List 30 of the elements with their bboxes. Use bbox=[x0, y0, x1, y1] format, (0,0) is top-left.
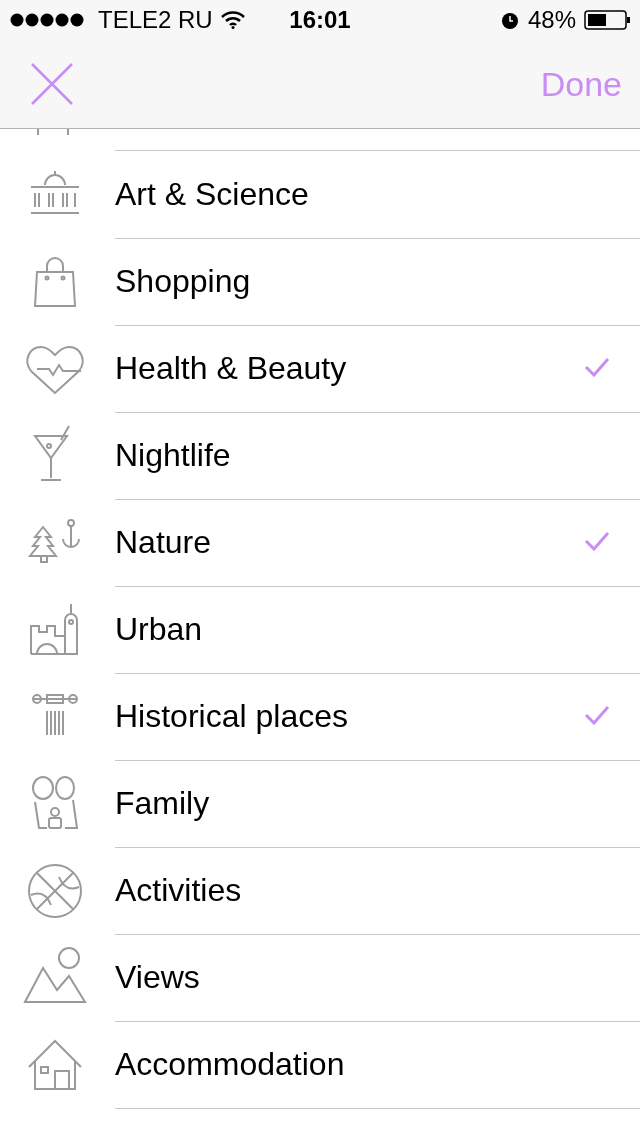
alarm-icon bbox=[499, 10, 520, 30]
category-row[interactable]: Health & Beauty bbox=[0, 325, 640, 412]
category-row[interactable]: Art & Science bbox=[0, 151, 640, 238]
carrier-name: TELE2 RU bbox=[98, 6, 213, 34]
category-label: Urban bbox=[115, 610, 204, 648]
category-row[interactable]: Family bbox=[0, 760, 640, 847]
category-row[interactable]: Views bbox=[0, 934, 640, 1021]
category-label: Activities bbox=[115, 871, 243, 909]
category-label: Accommodation bbox=[115, 1045, 346, 1083]
category-row[interactable]: Activities bbox=[0, 847, 640, 934]
category-label: Nightlife bbox=[115, 436, 232, 474]
category-label: Shopping bbox=[115, 262, 252, 300]
category-row[interactable]: Urban bbox=[0, 586, 640, 673]
wifi-icon bbox=[220, 11, 245, 29]
category-row[interactable]: Historical places bbox=[0, 673, 640, 760]
category-row[interactable]: Nightlife bbox=[0, 412, 640, 499]
close-button[interactable] bbox=[30, 62, 74, 106]
category-label: Views bbox=[115, 958, 201, 996]
category-label: Nature bbox=[115, 523, 213, 561]
category-label: Historical places bbox=[115, 697, 349, 735]
category-label: Health & Beauty bbox=[115, 349, 348, 387]
category-row[interactable]: Shopping bbox=[0, 238, 640, 325]
close-icon bbox=[30, 62, 74, 106]
category-row[interactable]: Nature bbox=[0, 499, 640, 586]
category-label: Art & Science bbox=[115, 175, 310, 213]
category-row[interactable]: Accommodation bbox=[0, 1021, 640, 1108]
battery-icon bbox=[584, 10, 630, 30]
category-label: Family bbox=[115, 784, 211, 822]
battery-percent: 48% bbox=[527, 6, 576, 34]
clock-time: 16:01 bbox=[289, 6, 351, 34]
